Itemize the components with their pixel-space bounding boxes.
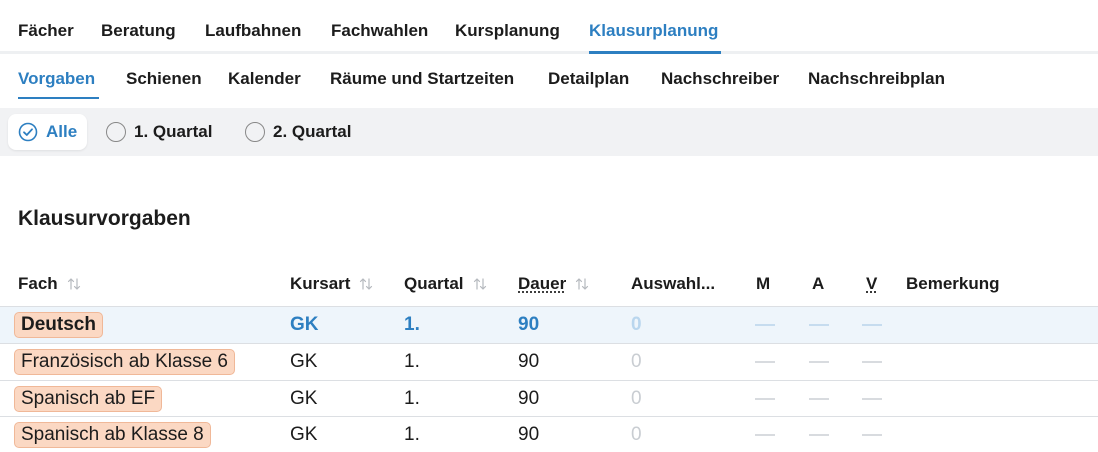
auswahl-cell: 0 xyxy=(631,381,642,417)
v-cell xyxy=(862,381,882,417)
quartal-cell: 1. xyxy=(404,381,420,417)
empty-dash xyxy=(862,398,882,400)
column-header-quartal[interactable]: Quartal xyxy=(404,274,488,294)
filter-quartal-2[interactable]: 2. Quartal xyxy=(235,114,361,150)
column-header-fach[interactable]: Fach xyxy=(18,274,82,294)
column-header-m[interactable]: M xyxy=(756,274,770,294)
v-cell xyxy=(862,344,882,380)
table-row[interactable]: Französisch ab Klasse 6 GK 1. 90 0 xyxy=(0,343,1098,380)
column-header-dauer[interactable]: Dauer xyxy=(518,274,590,294)
empty-dash xyxy=(809,434,829,436)
a-cell xyxy=(809,417,829,452)
sub-navigation: Vorgaben Schienen Kalender Räume und Sta… xyxy=(0,56,1098,104)
radio-icon xyxy=(245,122,265,142)
filter-alle-label: Alle xyxy=(46,122,77,142)
dauer-cell: 90 xyxy=(518,344,539,380)
main-navigation: Fächer Beratung Laufbahnen Fachwahlen Ku… xyxy=(0,0,1098,54)
nav-tab-laufbahnen[interactable]: Laufbahnen xyxy=(205,21,301,41)
kursart-cell: GK xyxy=(290,344,317,380)
sort-icon xyxy=(574,276,590,292)
kursart-cell: GK xyxy=(290,381,317,417)
sort-icon xyxy=(472,276,488,292)
fach-cell: Französisch ab Klasse 6 xyxy=(14,344,235,380)
column-header-kursart[interactable]: Kursart xyxy=(290,274,374,294)
empty-dash xyxy=(862,324,882,326)
fach-pill: Spanisch ab Klasse 8 xyxy=(14,422,211,448)
column-header-v[interactable]: V xyxy=(866,274,877,294)
table-row[interactable]: Spanisch ab Klasse 8 GK 1. 90 0 xyxy=(0,416,1098,452)
empty-dash xyxy=(755,324,775,326)
fach-pill: Französisch ab Klasse 6 xyxy=(14,349,235,375)
auswahl-cell: 0 xyxy=(631,417,642,452)
filter-quartal-1[interactable]: 1. Quartal xyxy=(96,114,222,150)
dauer-cell: 90 xyxy=(518,417,539,452)
m-cell xyxy=(755,417,775,452)
dauer-cell: 90 xyxy=(518,307,539,343)
subnav-tab-kalender[interactable]: Kalender xyxy=(228,69,301,89)
column-header-a[interactable]: A xyxy=(812,274,824,294)
filter-alle[interactable]: Alle xyxy=(8,114,87,150)
empty-dash xyxy=(755,361,775,363)
fach-pill: Deutsch xyxy=(14,312,103,338)
m-cell xyxy=(755,381,775,417)
kursart-cell: GK xyxy=(290,417,317,452)
auswahl-cell: 0 xyxy=(631,307,642,343)
quartal-cell: 1. xyxy=(404,417,420,452)
quartal-cell: 1. xyxy=(404,344,420,380)
auswahl-cell: 0 xyxy=(631,344,642,380)
subnav-tab-nachschreiber[interactable]: Nachschreiber xyxy=(661,69,779,89)
table-row[interactable]: Spanisch ab EF GK 1. 90 0 xyxy=(0,380,1098,417)
m-cell xyxy=(755,344,775,380)
nav-tab-beratung[interactable]: Beratung xyxy=(101,21,176,41)
nav-tab-klausurplanung[interactable]: Klausurplanung xyxy=(589,21,718,41)
nav-tab-fachwahlen[interactable]: Fachwahlen xyxy=(331,21,428,41)
fach-cell: Spanisch ab EF xyxy=(14,381,162,417)
section-title: Klausurvorgaben xyxy=(18,207,191,231)
v-cell xyxy=(862,417,882,452)
fach-pill: Spanisch ab EF xyxy=(14,386,162,412)
active-subtab-indicator xyxy=(18,97,99,99)
quartal-filter-bar: Alle 1. Quartal 2. Quartal xyxy=(0,108,1098,156)
check-circle-icon xyxy=(18,122,38,142)
sort-icon xyxy=(66,276,82,292)
empty-dash xyxy=(809,361,829,363)
subnav-tab-vorgaben[interactable]: Vorgaben xyxy=(18,69,95,89)
v-cell xyxy=(862,307,882,343)
column-header-bemerkung[interactable]: Bemerkung xyxy=(906,274,1000,294)
active-tab-indicator xyxy=(589,51,721,54)
empty-dash xyxy=(862,361,882,363)
a-cell xyxy=(809,381,829,417)
subnav-tab-schienen[interactable]: Schienen xyxy=(126,69,202,89)
sort-icon xyxy=(358,276,374,292)
subnav-tab-raeume-startzeiten[interactable]: Räume und Startzeiten xyxy=(330,69,514,89)
nav-tab-kursplanung[interactable]: Kursplanung xyxy=(455,21,560,41)
a-cell xyxy=(809,307,829,343)
column-header-auswahl[interactable]: Auswahl... xyxy=(631,274,715,294)
filter-quartal-2-label: 2. Quartal xyxy=(273,122,351,142)
nav-tab-faecher[interactable]: Fächer xyxy=(18,21,74,41)
radio-icon xyxy=(106,122,126,142)
a-cell xyxy=(809,344,829,380)
fach-cell: Deutsch xyxy=(14,307,103,343)
empty-dash xyxy=(862,434,882,436)
empty-dash xyxy=(809,324,829,326)
table-row[interactable]: Deutsch GK 1. 90 0 xyxy=(0,306,1098,343)
subnav-tab-nachschreibplan[interactable]: Nachschreibplan xyxy=(808,69,945,89)
empty-dash xyxy=(809,398,829,400)
m-cell xyxy=(755,307,775,343)
quartal-cell: 1. xyxy=(404,307,420,343)
subnav-tab-detailplan[interactable]: Detailplan xyxy=(548,69,629,89)
empty-dash xyxy=(755,398,775,400)
dauer-cell: 90 xyxy=(518,381,539,417)
empty-dash xyxy=(755,434,775,436)
fach-cell: Spanisch ab Klasse 8 xyxy=(14,417,211,452)
filter-quartal-1-label: 1. Quartal xyxy=(134,122,212,142)
kursart-cell: GK xyxy=(290,307,319,343)
